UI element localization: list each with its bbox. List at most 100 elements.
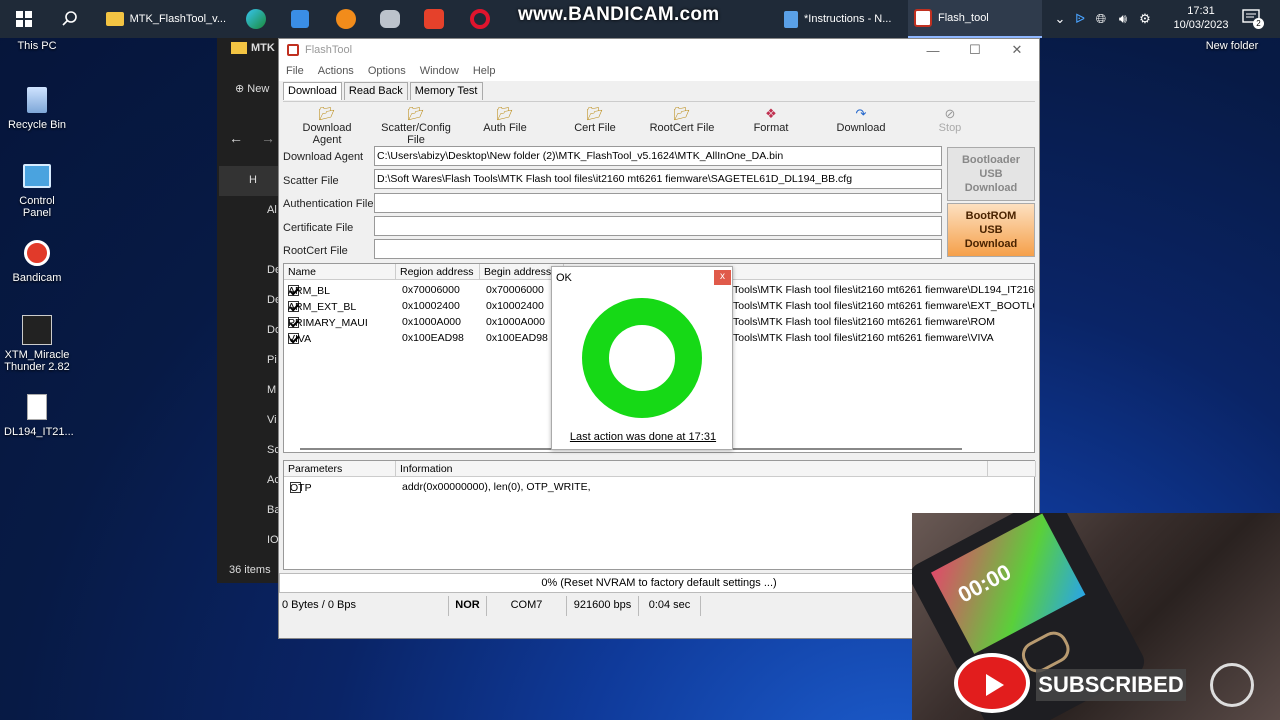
stop-button[interactable]: ⊘ Stop: [933, 106, 967, 134]
toolbar: 📂︎ Download Agent 📂︎ Scatter/Config File 📂…: [283, 101, 1035, 146]
taskbar-app-instructions[interactable]: *Instructions - N...: [778, 0, 906, 38]
scatter-file-field[interactable]: D:\Soft Wares\Flash Tools\MTK Flash tool…: [374, 169, 942, 189]
desktop-icon-dl194-file[interactable]: DL194_IT21...: [4, 391, 74, 438]
ok-dialog: OK x Last action was done at 17:31: [551, 266, 733, 450]
auth-file-field[interactable]: [374, 193, 942, 213]
avast-icon[interactable]: [332, 5, 360, 33]
search-icon[interactable]: [56, 5, 84, 33]
bandicam-watermark: www.BANDICAM.com: [518, 4, 720, 25]
globe-icon[interactable]: 🌐︎: [1090, 11, 1112, 27]
file-explorer-window: MTK ⊕ New ← → H Al De De Do Pi M Vi Sc A…: [217, 38, 287, 583]
back-arrow-icon[interactable]: ←: [229, 130, 243, 146]
column-header-name[interactable]: Name: [284, 264, 396, 280]
menu-window[interactable]: Window: [413, 65, 466, 77]
progress-text: 0% (Reset NVRAM to factory default setti…: [541, 577, 777, 589]
row-region: 0x10002400: [402, 300, 460, 312]
desktop-icon-recycle-bin[interactable]: Recycle Bin: [4, 84, 70, 131]
column-header-parameters[interactable]: Parameters: [284, 461, 396, 477]
bandicam-taskbar-icon[interactable]: [420, 5, 448, 33]
bluetooth-icon[interactable]: ᐉ: [1070, 11, 1090, 27]
recycle-bin-icon: [21, 84, 53, 116]
notification-icon[interactable]: 2: [1242, 9, 1264, 29]
menu-options[interactable]: Options: [361, 65, 413, 77]
file-icon: [21, 391, 53, 423]
format-button[interactable]: ❖ Format: [745, 106, 797, 134]
rootcert-file-button[interactable]: 📂︎ RootCert File: [647, 106, 717, 134]
explorer-nav-item[interactable]: IO: [267, 534, 279, 546]
cert-file-button[interactable]: 📂︎ Cert File: [565, 106, 625, 134]
parameter-row[interactable]: OTP addr(0x00000000), len(0), OTP_WRITE,: [284, 480, 1034, 496]
menu-actions[interactable]: Actions: [311, 65, 361, 77]
menu-help[interactable]: Help: [466, 65, 503, 77]
explorer-new-button[interactable]: ⊕ New: [235, 82, 269, 95]
subscribed-label: SUBSCRIBED: [1036, 669, 1186, 701]
taskbar-app-mtk-flashtool[interactable]: MTK_FlashTool_v...: [100, 0, 232, 38]
explorer-nav-home[interactable]: H: [219, 166, 287, 196]
opera-icon[interactable]: [466, 5, 494, 33]
explorer-title: MTK: [231, 42, 275, 54]
last-action-message: Last action was done at 17:31: [569, 431, 717, 443]
maximize-button[interactable]: ☐: [953, 39, 997, 61]
volume-icon[interactable]: 🔊︎: [1112, 11, 1134, 27]
desktop-icon-this-pc[interactable]: This PC: [4, 40, 70, 52]
explorer-nav-item[interactable]: M: [267, 384, 276, 396]
system-tray: ⌄ ᐉ 🌐︎ 🔊︎ ⚙: [1050, 0, 1156, 38]
desktop-icon-control-panel[interactable]: Control Panel: [4, 160, 70, 219]
success-ring-icon: [582, 298, 702, 418]
open-folder-icon: 📂︎: [496, 106, 514, 121]
folder-icon: [106, 12, 124, 26]
open-folder-icon: 📂︎: [586, 106, 604, 121]
app-icon[interactable]: [376, 5, 404, 33]
row-begin: 0x100EAD98: [486, 332, 548, 344]
edge-icon[interactable]: [242, 5, 270, 33]
explorer-nav-item[interactable]: Vi: [267, 414, 277, 426]
download-agent-field[interactable]: C:\Users\abizy\Desktop\New folder (2)\MT…: [374, 146, 942, 166]
camera-overlay: 00:00 SUBSCRIBED: [912, 513, 1280, 720]
desktop-icon-miracle-thunder[interactable]: XTM_Miracle Thunder 2.82: [4, 314, 70, 373]
column-header-region[interactable]: Region address: [396, 264, 480, 280]
desktop-icon-bandicam[interactable]: Bandicam: [4, 237, 70, 284]
ok-dialog-close-button[interactable]: x: [714, 270, 731, 285]
chevron-up-icon[interactable]: ⌄: [1050, 11, 1070, 27]
menu-file[interactable]: File: [279, 65, 311, 77]
forward-arrow-icon[interactable]: →: [261, 130, 275, 146]
desktop-icon-new-folder[interactable]: New folder: [1196, 40, 1268, 52]
rootcert-file-label: RootCert File: [283, 245, 348, 257]
open-folder-icon: 📂︎: [407, 106, 425, 121]
minimize-button[interactable]: —: [911, 39, 955, 61]
bootloader-usb-download-button[interactable]: Bootloader USB Download: [947, 147, 1035, 201]
column-header-information[interactable]: Information: [396, 461, 988, 477]
close-button[interactable]: ✕: [995, 39, 1039, 61]
windows-start-icon[interactable]: [10, 5, 38, 33]
tab-download[interactable]: Download: [283, 82, 342, 100]
download-agent-button[interactable]: 📂︎ Download Agent: [287, 106, 367, 146]
explorer-nav-item[interactable]: Pi: [267, 354, 277, 366]
settings-icon[interactable]: ⚙: [1134, 11, 1156, 27]
store-icon[interactable]: [286, 5, 314, 33]
download-button[interactable]: ↷ Download: [831, 106, 891, 134]
taskbar-app-flash-tool[interactable]: Flash_tool: [908, 0, 1042, 38]
cert-file-field[interactable]: [374, 216, 942, 236]
tab-read-back[interactable]: Read Back: [343, 82, 408, 100]
bandicam-icon: [21, 237, 53, 269]
parameter-info: addr(0x00000000), len(0), OTP_WRITE,: [402, 481, 591, 493]
row-begin: 0x70006000: [486, 284, 544, 296]
auth-file-button[interactable]: 📂︎ Auth File: [475, 106, 535, 134]
menu-bar: File Actions Options Window Help: [279, 61, 1039, 81]
row-path: Tools\MTK Flash tool files\it2160 mt6261…: [733, 316, 996, 328]
control-panel-icon: [21, 160, 53, 192]
tab-memory-test[interactable]: Memory Test: [409, 82, 483, 100]
ok-dialog-title: OK: [556, 272, 572, 284]
rootcert-file-field[interactable]: [374, 239, 942, 259]
status-memory-type: NOR: [449, 596, 487, 616]
notification-badge: 2: [1253, 18, 1264, 29]
phone-screen: 00:00: [930, 513, 1086, 654]
scatter-config-button[interactable]: 📂︎ Scatter/Config File: [371, 106, 461, 146]
clock[interactable]: 17:31 10/03/2023: [1168, 4, 1234, 32]
flashtool-titlebar: FlashTool — ☐ ✕: [279, 39, 1039, 61]
miracle-thunder-icon: [21, 314, 53, 346]
explorer-nav-item[interactable]: Al: [267, 204, 277, 216]
taskbar: MTK_FlashTool_v... www.BANDICAM.com *Ins…: [0, 0, 1280, 38]
bootrom-usb-download-button[interactable]: BootROM USB Download: [947, 203, 1035, 257]
status-elapsed: 0:04 sec: [639, 596, 701, 616]
